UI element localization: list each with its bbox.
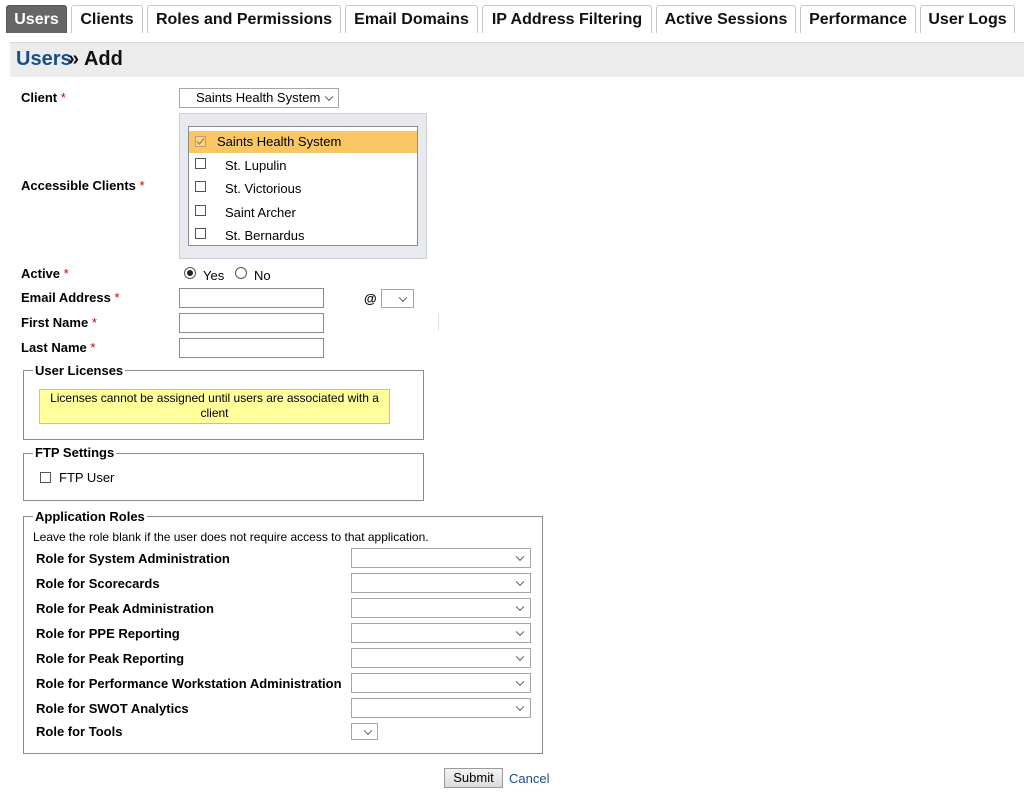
role-label: Role for PPE Reporting	[36, 626, 180, 641]
active-label: Active *	[21, 266, 69, 281]
role-label: Role for Peak Administration	[36, 601, 214, 616]
licenses-note: Licenses cannot be assigned until users …	[39, 389, 390, 424]
active-no-label: No	[254, 268, 271, 283]
role-swot-analytics-select[interactable]	[351, 698, 531, 718]
chevron-down-icon	[515, 574, 525, 592]
list-item-label: Saints Health System	[217, 134, 342, 149]
checkbox[interactable]	[195, 228, 206, 239]
email-domain-select[interactable]	[381, 289, 414, 308]
tab-clients[interactable]: Clients	[71, 5, 143, 33]
tab-email-domains[interactable]: Email Domains	[345, 5, 478, 33]
tab-users[interactable]: Users	[6, 5, 67, 33]
list-item-label: St. Victorious	[225, 181, 302, 196]
role-label: Role for Scorecards	[36, 576, 160, 591]
first-name-field[interactable]	[179, 313, 324, 333]
chevron-down-icon	[398, 290, 408, 307]
role-label: Role for SWOT Analytics	[36, 701, 189, 716]
role-peak-administration-select[interactable]	[351, 598, 531, 618]
chevron-down-icon	[515, 549, 525, 567]
role-ppe-reporting-select[interactable]	[351, 623, 531, 643]
accessible-clients-label: Accessible Clients *	[21, 178, 145, 193]
role-peak-reporting-select[interactable]	[351, 648, 531, 668]
page-header: Users » Add	[10, 42, 1024, 77]
list-item[interactable]: St. Bernardus	[189, 225, 417, 245]
checkbox[interactable]	[195, 181, 206, 192]
role-label: Role for Peak Reporting	[36, 651, 185, 666]
email-at-sign: @	[364, 291, 377, 306]
list-item-label: St. Bernardus	[225, 228, 305, 243]
last-name-field[interactable]	[179, 338, 324, 358]
page-title: » Add	[68, 48, 123, 70]
role-label: Role for Tools	[36, 724, 123, 739]
client-select[interactable]: Saints Health System	[179, 88, 339, 108]
divider	[438, 313, 439, 331]
checkbox[interactable]	[195, 205, 206, 216]
role-system-administration-select[interactable]	[351, 548, 531, 568]
role-tools-select[interactable]	[351, 723, 378, 740]
chevron-down-icon	[515, 599, 525, 617]
role-performance-workstation-administration-select[interactable]	[351, 673, 531, 693]
accessible-clients-panel: Saints Health System St. Lupulin St. Vic…	[179, 113, 427, 259]
client-select-value: Saints Health System	[196, 90, 321, 105]
check-icon	[196, 138, 205, 146]
active-yes-label: Yes	[203, 268, 225, 283]
list-item-label: St. Lupulin	[225, 158, 287, 173]
chevron-down-icon	[324, 89, 334, 107]
chevron-down-icon	[515, 649, 525, 667]
breadcrumb-users-link[interactable]: Users	[16, 48, 72, 71]
tab-roles-and-permissions[interactable]: Roles and Permissions	[147, 5, 341, 33]
ftp-user-checkbox[interactable]	[40, 472, 51, 483]
chevron-down-icon	[363, 724, 373, 739]
last-name-label: Last Name *	[21, 340, 96, 355]
active-yes-radio[interactable]	[184, 267, 196, 279]
list-item[interactable]: Saint Archer	[189, 202, 417, 224]
list-item[interactable]: St. Victorious	[189, 178, 417, 200]
chevron-down-icon	[515, 699, 525, 717]
list-item[interactable]: St. Lupulin	[189, 155, 417, 177]
active-no-radio[interactable]	[235, 267, 247, 279]
role-scorecards-select[interactable]	[351, 573, 531, 593]
accessible-clients-list[interactable]: Saints Health System St. Lupulin St. Vic…	[188, 126, 418, 246]
application-roles-legend: Application Roles	[33, 509, 147, 524]
tab-active-sessions[interactable]: Active Sessions	[656, 5, 796, 33]
application-roles-hint: Leave the role blank if the user does no…	[33, 530, 429, 544]
tab-user-logs[interactable]: User Logs	[920, 5, 1015, 33]
user-licenses-legend: User Licenses	[33, 363, 126, 378]
cancel-link[interactable]: Cancel	[509, 771, 549, 786]
tab-ip-address-filtering[interactable]: IP Address Filtering	[482, 5, 652, 33]
list-item[interactable]: Saints Health System	[189, 131, 417, 153]
submit-button[interactable]: Submit	[444, 768, 503, 788]
chevron-down-icon	[515, 624, 525, 642]
list-item-label: Saint Archer	[225, 205, 296, 220]
email-label: Email Address *	[21, 290, 120, 305]
ftp-settings-legend: FTP Settings	[33, 445, 117, 460]
role-label: Role for Performance Workstation Adminis…	[36, 676, 342, 691]
ftp-user-label: FTP User	[59, 470, 115, 485]
first-name-label: First Name *	[21, 315, 97, 330]
tab-performance[interactable]: Performance	[800, 5, 916, 33]
chevron-down-icon	[515, 674, 525, 692]
tab-bar: Users Clients Roles and Permissions Emai…	[0, 0, 1024, 36]
checkbox-checked[interactable]	[195, 136, 206, 147]
role-label: Role for System Administration	[36, 551, 230, 566]
checkbox[interactable]	[195, 158, 206, 169]
client-label: Client *	[21, 90, 66, 105]
email-field[interactable]	[179, 288, 324, 308]
